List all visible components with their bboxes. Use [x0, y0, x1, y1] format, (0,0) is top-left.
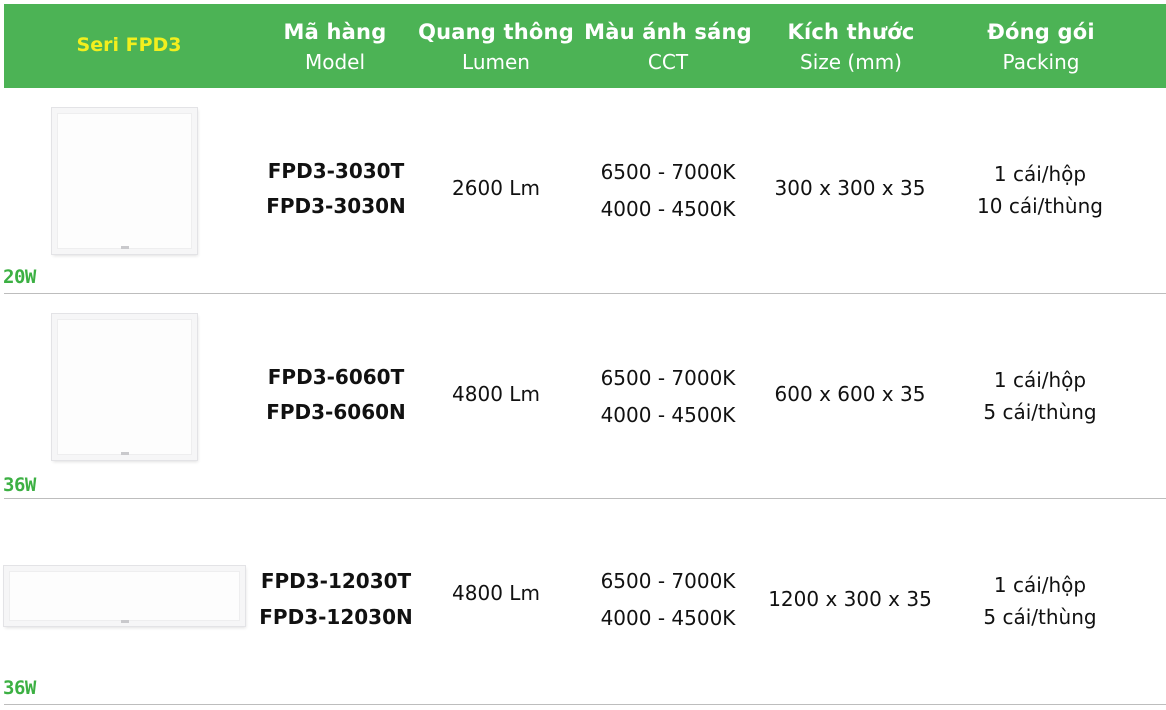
- model-codes: FPD3-3030T FPD3-3030N: [256, 154, 416, 224]
- product-row: 20W FPD3-3030T FPD3-3030N 2600 Lm 6500 -…: [0, 88, 1166, 293]
- size-value: 300 x 300 x 35: [774, 176, 926, 200]
- column-header-model-en: Model: [304, 50, 366, 74]
- cct-value: 6500 - 7000K: [600, 160, 736, 184]
- lumen-value: 4800 Lm: [452, 382, 540, 406]
- product-row: 36W FPD3-12030T FPD3-12030N 4800 Lm 6500…: [0, 499, 1166, 705]
- column-header-lumen: Quang thông Lumen: [414, 4, 578, 88]
- cct-value: 4000 - 4500K: [600, 403, 736, 427]
- product-image: [52, 108, 197, 254]
- model-codes: FPD3-6060T FPD3-6060N: [256, 360, 416, 430]
- product-row: 36W FPD3-6060T FPD3-6060N 4800 Lm 6500 -…: [0, 294, 1166, 499]
- packing-values: 1 cái/hộp 5 cái/thùng: [950, 364, 1130, 428]
- packing-value: 1 cái/hộp: [993, 368, 1087, 392]
- column-header-cct-vn: Màu ánh sáng: [584, 20, 752, 44]
- size-value: 600 x 600 x 35: [774, 382, 926, 406]
- column-header-lumen-en: Lumen: [462, 50, 530, 74]
- column-header-model-vn: Mã hàng: [283, 20, 387, 44]
- lumen-value: 4800 Lm: [452, 581, 540, 605]
- column-header-size: Kích thước Size (mm): [766, 4, 936, 88]
- model-code: FPD3-12030N: [259, 605, 413, 629]
- lumen-value: 2600 Lm: [452, 176, 540, 200]
- cct-value: 6500 - 7000K: [600, 569, 736, 593]
- table-header: Seri FPD3 Mã hàng Model Quang thông Lume…: [4, 4, 1166, 88]
- packing-value: 1 cái/hộp: [993, 162, 1087, 186]
- model-code: FPD3-3030N: [266, 194, 406, 218]
- cct-values: 6500 - 7000K 4000 - 4500K: [578, 154, 758, 228]
- column-header-lumen-vn: Quang thông: [418, 20, 574, 44]
- packing-value: 5 cái/thùng: [983, 400, 1097, 424]
- packing-value: 5 cái/thùng: [983, 605, 1097, 629]
- packing-values: 1 cái/hộp 5 cái/thùng: [950, 569, 1130, 633]
- product-image: [52, 314, 197, 460]
- wattage-label: 36W: [3, 677, 36, 699]
- model-code: FPD3-3030T: [267, 159, 405, 183]
- cct-values: 6500 - 7000K 4000 - 4500K: [578, 563, 758, 637]
- column-header-size-en: Size (mm): [800, 50, 902, 74]
- row-divider: [4, 704, 1166, 705]
- model-code: FPD3-6060T: [267, 365, 405, 389]
- cct-value: 4000 - 4500K: [600, 197, 736, 221]
- column-header-packing: Đóng gói Packing: [956, 4, 1126, 88]
- cct-values: 6500 - 7000K 4000 - 4500K: [578, 360, 758, 434]
- cct-value: 4000 - 4500K: [600, 606, 736, 630]
- column-header-size-vn: Kích thước: [787, 20, 915, 44]
- series-title: Seri FPD3: [76, 34, 182, 56]
- model-code: FPD3-12030T: [260, 569, 412, 593]
- size-value: 1200 x 300 x 35: [768, 587, 932, 611]
- column-header-model: Mã hàng Model: [250, 4, 420, 88]
- column-header-cct: Màu ánh sáng CCT: [580, 4, 756, 88]
- column-header-cct-en: CCT: [647, 50, 689, 74]
- wattage-label: 20W: [3, 266, 36, 288]
- column-header-packing-vn: Đóng gói: [987, 20, 1095, 44]
- packing-value: 10 cái/thùng: [977, 194, 1103, 218]
- wattage-label: 36W: [3, 474, 36, 496]
- packing-values: 1 cái/hộp 10 cái/thùng: [950, 158, 1130, 222]
- product-image: [4, 566, 245, 626]
- column-header-packing-en: Packing: [1002, 50, 1080, 74]
- cct-value: 6500 - 7000K: [600, 366, 736, 390]
- packing-value: 1 cái/hộp: [993, 573, 1087, 597]
- model-codes: FPD3-12030T FPD3-12030N: [256, 563, 416, 635]
- model-code: FPD3-6060N: [266, 400, 406, 424]
